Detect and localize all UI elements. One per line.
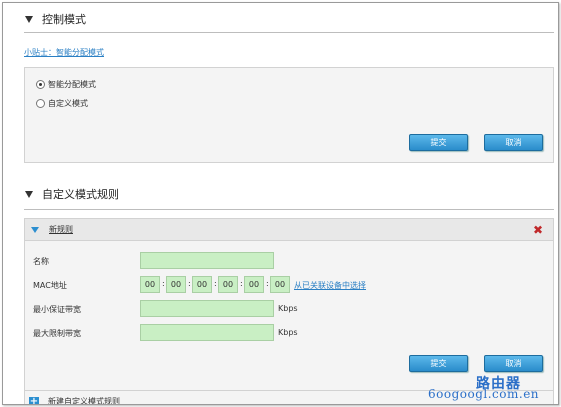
name-label: 名称 — [33, 257, 49, 266]
cancel-button[interactable]: 取消 — [484, 134, 543, 151]
mac-separator: : — [188, 279, 191, 288]
radio-smart-label: 智能分配模式 — [48, 80, 96, 89]
watermark-en: 6oogoogl.com.en — [428, 387, 540, 401]
settings-window: 控制模式 小贴士：智能分配模式 智能分配模式 自定义模式 提交 取消 自定义模式… — [2, 2, 559, 405]
radio-unselected-icon[interactable] — [36, 99, 45, 108]
min-bandwidth-input[interactable] — [140, 300, 274, 317]
tip-link[interactable]: 小贴士：智能分配模式 — [24, 47, 104, 58]
rule-submit-button[interactable]: 提交 — [409, 355, 468, 372]
control-mode-heading: 控制模式 — [42, 13, 86, 26]
mac-separator: : — [162, 279, 165, 288]
divider — [24, 209, 554, 210]
max-bandwidth-label: 最大限制带宽 — [33, 329, 81, 338]
delete-rule-icon[interactable]: ✖ — [533, 223, 543, 237]
mac-octet-4[interactable]: 00 — [218, 276, 238, 293]
control-mode-panel: 智能分配模式 自定义模式 提交 取消 — [24, 67, 554, 163]
expand-triangle-icon[interactable] — [31, 226, 39, 233]
mac-octet-6[interactable]: 00 — [270, 276, 290, 293]
add-rule-link[interactable]: 新建自定义模式规则 — [48, 396, 120, 404]
radio-custom-label: 自定义模式 — [48, 99, 88, 108]
control-mode-header[interactable]: 控制模式 — [25, 11, 86, 27]
min-bandwidth-label: 最小保证带宽 — [33, 305, 81, 314]
max-bandwidth-unit: Kbps — [278, 328, 298, 337]
custom-rules-heading: 自定义模式规则 — [42, 188, 119, 201]
radio-custom[interactable]: 自定义模式 — [36, 98, 88, 109]
mac-octet-5[interactable]: 00 — [244, 276, 264, 293]
mac-octet-2[interactable]: 00 — [166, 276, 186, 293]
max-bandwidth-input[interactable] — [140, 324, 274, 341]
rule-header-bar[interactable]: 新规则 ✖ — [25, 219, 553, 241]
submit-button[interactable]: 提交 — [409, 134, 468, 151]
select-device-link[interactable]: 从已关联设备中选择 — [294, 280, 366, 291]
custom-rules-header[interactable]: 自定义模式规则 — [25, 186, 119, 202]
name-input[interactable] — [140, 252, 274, 269]
min-bandwidth-unit: Kbps — [278, 304, 298, 313]
divider — [24, 32, 554, 33]
rule-title[interactable]: 新规则 — [49, 224, 73, 235]
collapse-triangle-icon — [25, 15, 33, 23]
mac-separator: : — [266, 279, 269, 288]
mac-separator: : — [240, 279, 243, 288]
watermark: 路由器 6oogoogl.com.en — [426, 373, 556, 403]
mac-label: MAC地址 — [33, 281, 67, 290]
mac-separator: : — [214, 279, 217, 288]
rule-cancel-button[interactable]: 取消 — [484, 355, 543, 372]
mac-octet-3[interactable]: 00 — [192, 276, 212, 293]
plus-icon[interactable]: + — [29, 396, 39, 404]
radio-smart[interactable]: 智能分配模式 — [36, 79, 96, 90]
mac-octet-1[interactable]: 00 — [140, 276, 160, 293]
collapse-triangle-icon — [25, 190, 33, 198]
radio-selected-icon[interactable] — [36, 80, 45, 89]
